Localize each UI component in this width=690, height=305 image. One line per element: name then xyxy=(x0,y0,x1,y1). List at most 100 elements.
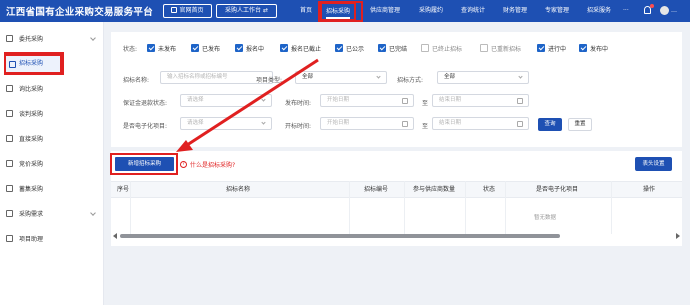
official-home-button[interactable]: 官网首页 xyxy=(163,4,212,18)
nav-finance-management[interactable]: 财务管理 xyxy=(503,0,527,22)
calendar-icon xyxy=(517,121,523,127)
chevron-down-icon xyxy=(90,35,96,41)
bid-name-label: 招标名称: xyxy=(123,77,150,84)
electronic-project-select[interactable]: 请选择 xyxy=(180,117,272,130)
to-label: 至 xyxy=(422,123,429,130)
electronic-project-label: 是否电子化项目: xyxy=(123,123,168,130)
status-checkbox-registration-closed[interactable] xyxy=(280,44,288,52)
platform-title: 江西省国有企业采购交易服务平台 xyxy=(6,7,154,18)
workbench-switch-button[interactable]: 采购人工作台 ⇄ xyxy=(216,4,277,18)
column-divider xyxy=(130,181,131,234)
project-type-label: 项目类型: xyxy=(256,77,283,84)
nav-procurement-performance[interactable]: 采购履约 xyxy=(419,0,443,22)
sidebar-item-delegate[interactable]: 委托采购 xyxy=(0,27,104,52)
scroll-right-arrow[interactable] xyxy=(676,233,680,239)
notification-dot xyxy=(650,4,654,8)
chevron-down-icon xyxy=(376,74,381,79)
open-start-date-input[interactable]: 开始日期 xyxy=(320,117,414,130)
status-checkbox-published[interactable] xyxy=(191,44,199,52)
status-checkbox-unpublished[interactable] xyxy=(147,44,155,52)
reset-button[interactable]: 重置 xyxy=(568,118,592,131)
sidebar-highlight-box xyxy=(4,52,64,75)
nav-home[interactable]: 首页 xyxy=(300,0,312,22)
nav-supplier-management[interactable]: 供应商管理 xyxy=(370,0,400,22)
scroll-left-arrow[interactable] xyxy=(113,233,117,239)
question-icon[interactable]: ? xyxy=(180,161,187,168)
nav-more[interactable]: ··· xyxy=(623,0,629,22)
status-checkbox-completed[interactable] xyxy=(378,44,386,52)
status-label: 状态: xyxy=(123,46,138,53)
direct-icon xyxy=(6,135,13,142)
nav-expert-management[interactable]: 专家管理 xyxy=(545,0,569,22)
column-divider xyxy=(505,181,506,234)
status-checkbox-rebid[interactable] xyxy=(480,44,488,52)
status-option-label: 已公示 xyxy=(346,46,365,53)
column-header: 招标名称 xyxy=(226,186,251,193)
sidebar-item-assistant[interactable]: 项目助理 xyxy=(0,227,104,252)
column-header: 是否电子化项目 xyxy=(536,186,579,193)
calendar-icon xyxy=(402,121,408,127)
nav-query-statistics[interactable]: 查询统计 xyxy=(461,0,485,22)
status-option-label: 已终止招标 xyxy=(432,46,463,53)
negotiation-icon xyxy=(6,110,13,117)
empty-state-text: 暂无数据 xyxy=(534,215,557,221)
sidebar-item-auction[interactable]: 竞价采购 xyxy=(0,152,104,177)
status-checkbox-registering[interactable] xyxy=(235,44,243,52)
column-header: 状态 xyxy=(483,186,496,193)
avatar[interactable] xyxy=(660,6,669,15)
column-divider xyxy=(349,181,350,234)
status-checkbox-terminated[interactable] xyxy=(421,44,429,52)
nav-procurement-service[interactable]: 招采服务 xyxy=(587,0,611,22)
calendar-icon xyxy=(517,98,523,104)
sidebar-item-collect[interactable]: 蓄集采购 xyxy=(0,177,104,202)
help-link[interactable]: 什么是招标采购? xyxy=(190,160,235,169)
status-checkbox-in-progress[interactable] xyxy=(537,44,545,52)
deposit-refund-select[interactable]: 请选择 xyxy=(180,94,272,107)
status-option-label: 报名已截止 xyxy=(291,46,322,53)
column-header: 招标编号 xyxy=(364,186,389,193)
collect-icon xyxy=(6,185,13,192)
status-option-label: 已完结 xyxy=(389,46,408,53)
open-time-label: 开标时间: xyxy=(285,123,312,130)
bid-method-select[interactable]: 全部 xyxy=(437,71,529,84)
assistant-icon xyxy=(6,235,13,242)
status-checkbox-publicized[interactable] xyxy=(335,44,343,52)
status-option-label: 报名中 xyxy=(246,46,265,53)
column-divider xyxy=(611,181,612,234)
table-header: 序号 招标名称 招标编号 参与供应商数量 状态 是否电子化项目 操作 xyxy=(111,181,682,198)
sidebar-item-inquiry[interactable]: 询比采购 xyxy=(0,77,104,102)
project-type-select[interactable]: 全部 xyxy=(295,71,387,84)
publish-time-label: 发布时间: xyxy=(285,100,312,107)
query-button[interactable]: 查询 xyxy=(538,118,562,131)
status-option-label: 已发布 xyxy=(202,46,221,53)
column-divider xyxy=(465,181,466,234)
column-settings-button[interactable]: 表头设置 xyxy=(635,157,672,171)
status-option-label: 已重新招标 xyxy=(491,46,522,53)
chevron-down-icon xyxy=(261,120,266,125)
sidebar-item-negotiation[interactable]: 谈判采购 xyxy=(0,102,104,127)
home-icon xyxy=(171,7,178,13)
status-checkbox-publishing[interactable] xyxy=(579,44,587,52)
column-divider xyxy=(404,181,405,234)
user-name[interactable]: … xyxy=(671,0,677,22)
nav-highlight-box xyxy=(318,1,363,22)
to-label: 至 xyxy=(422,100,429,107)
auction-icon xyxy=(6,160,13,167)
horizontal-scrollbar[interactable] xyxy=(120,234,560,238)
column-header: 参与供应商数量 xyxy=(413,186,456,193)
status-option-label: 发布中 xyxy=(590,46,609,53)
chevron-down-icon xyxy=(518,74,523,79)
add-bid-procurement-button[interactable]: 新增招标采购 xyxy=(115,157,174,171)
chevron-down-icon xyxy=(90,210,96,216)
sidebar-item-direct[interactable]: 直接采购 xyxy=(0,127,104,152)
chevron-down-icon xyxy=(261,97,266,102)
column-header: 操作 xyxy=(643,186,656,193)
status-option-label: 进行中 xyxy=(548,46,567,53)
sidebar-item-demand[interactable]: 采购需求 xyxy=(0,202,104,227)
column-header: 序号 xyxy=(117,186,130,193)
publish-end-date-input[interactable]: 结束日期 xyxy=(432,94,529,107)
publish-start-date-input[interactable]: 开始日期 xyxy=(320,94,414,107)
calendar-icon xyxy=(402,98,408,104)
open-end-date-input[interactable]: 结束日期 xyxy=(432,117,529,130)
demand-icon xyxy=(6,210,13,217)
